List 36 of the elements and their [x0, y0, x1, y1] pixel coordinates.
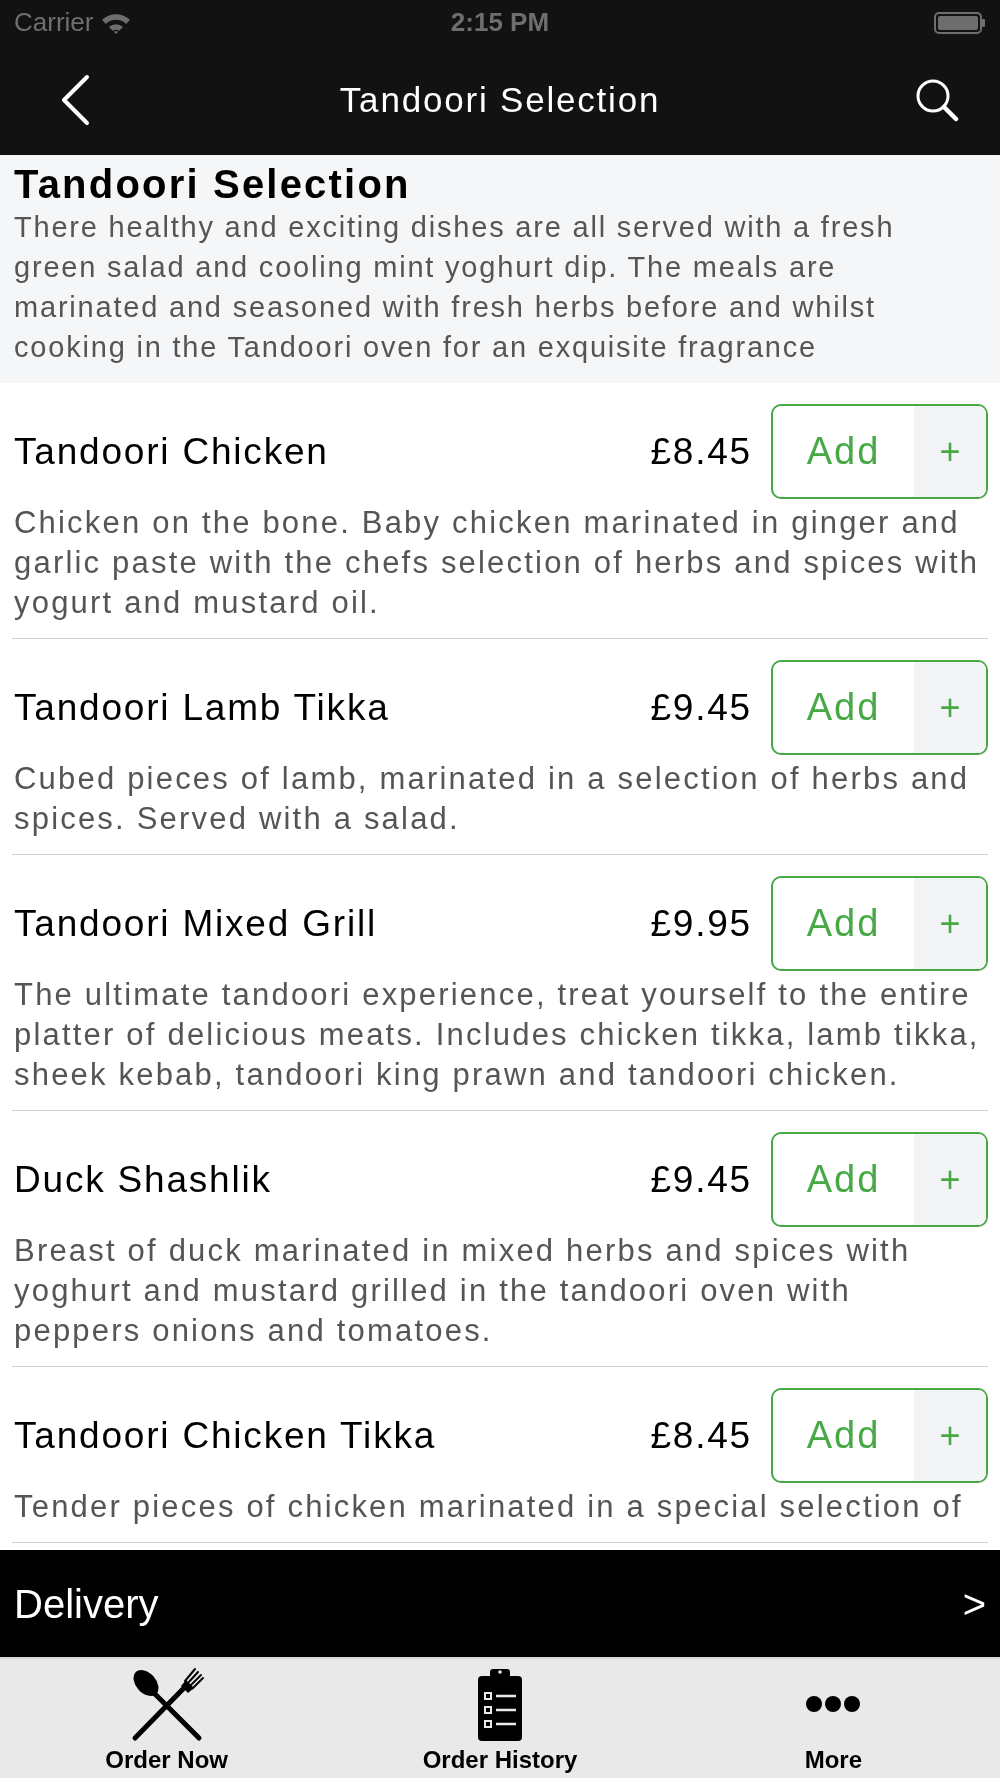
dish-description: Cubed pieces of lamb, marinated in a selection of herbs and spices. Served with a salad.: [14, 760, 971, 838]
tab-bar-item[interactable]: More: [666, 1659, 1000, 1778]
dish-name: Tandoori Mixed Grill: [14, 901, 378, 946]
add-button[interactable]: Add +: [771, 660, 988, 755]
clock-time: 2:15 PM: [450, 7, 550, 37]
add-button[interactable]: Add +: [771, 876, 988, 971]
dish-name: Tandoori Chicken Tikka: [14, 1413, 438, 1458]
back-button[interactable]: [59, 74, 91, 126]
dish-description: The ultimate tandoori experience, treat yourself to the entire platter of delicious meats. Includes chicken tikka, lamb tikka, sheek kebab, tandoori king prawn and tandoori chicken.: [14, 976, 981, 1094]
dish-price: £9.45: [650, 685, 752, 730]
dish-price: £8.45: [650, 1413, 752, 1458]
category-description: There healthy and exciting dishes are all served with a fresh green salad and cooling mint yoghurt dip. The meals are marinated and seasoned with fresh herbs before and whilst cooking in the Tandoori oven for an exquisite fragrance: [14, 210, 896, 365]
add-button[interactable]: Add +: [771, 1132, 988, 1227]
dish-name: Tandoori Lamb Tikka: [14, 685, 391, 730]
dish-price: £9.45: [650, 1157, 752, 1202]
tab-bar-item[interactable]: Order History: [333, 1659, 667, 1778]
add-button[interactable]: Add +: [771, 1388, 988, 1483]
search-button[interactable]: [915, 78, 959, 122]
dish-name: Duck Shashlik: [14, 1157, 273, 1202]
category-title: Tandoori Selection: [14, 161, 412, 207]
dish-description: Chicken on the bone. Baby chicken marinated in ginger and garlic paste with the chefs selection of herbs and spices with yogurt and mustard oil.: [14, 504, 981, 622]
dish-name: Tandoori Chicken: [14, 429, 330, 474]
battery-icon: [934, 11, 986, 34]
back-chevron-icon: [59, 74, 91, 126]
dish-price: £8.45: [650, 429, 752, 474]
search-icon: [915, 78, 959, 122]
wifi-icon: [101, 11, 132, 34]
dish-description: Tender pieces of chicken marinated in a special selection of: [14, 1488, 964, 1526]
more-dots-icon: [805, 1694, 862, 1713]
dish-description: Breast of duck marinated in mixed herbs and spices with yoghurt and mustard grilled in the tandoori oven with peppers onions and tomatoes.: [14, 1232, 912, 1350]
dish-price: £9.95: [650, 901, 752, 946]
delivery-button[interactable]: Delivery >: [0, 1550, 1000, 1659]
add-button[interactable]: Add +: [771, 404, 988, 499]
screen-title: Tandoori Selection: [338, 78, 662, 121]
carrier-label: Carrier: [14, 6, 94, 39]
tab-bar-item[interactable]: Order Now: [0, 1659, 334, 1778]
